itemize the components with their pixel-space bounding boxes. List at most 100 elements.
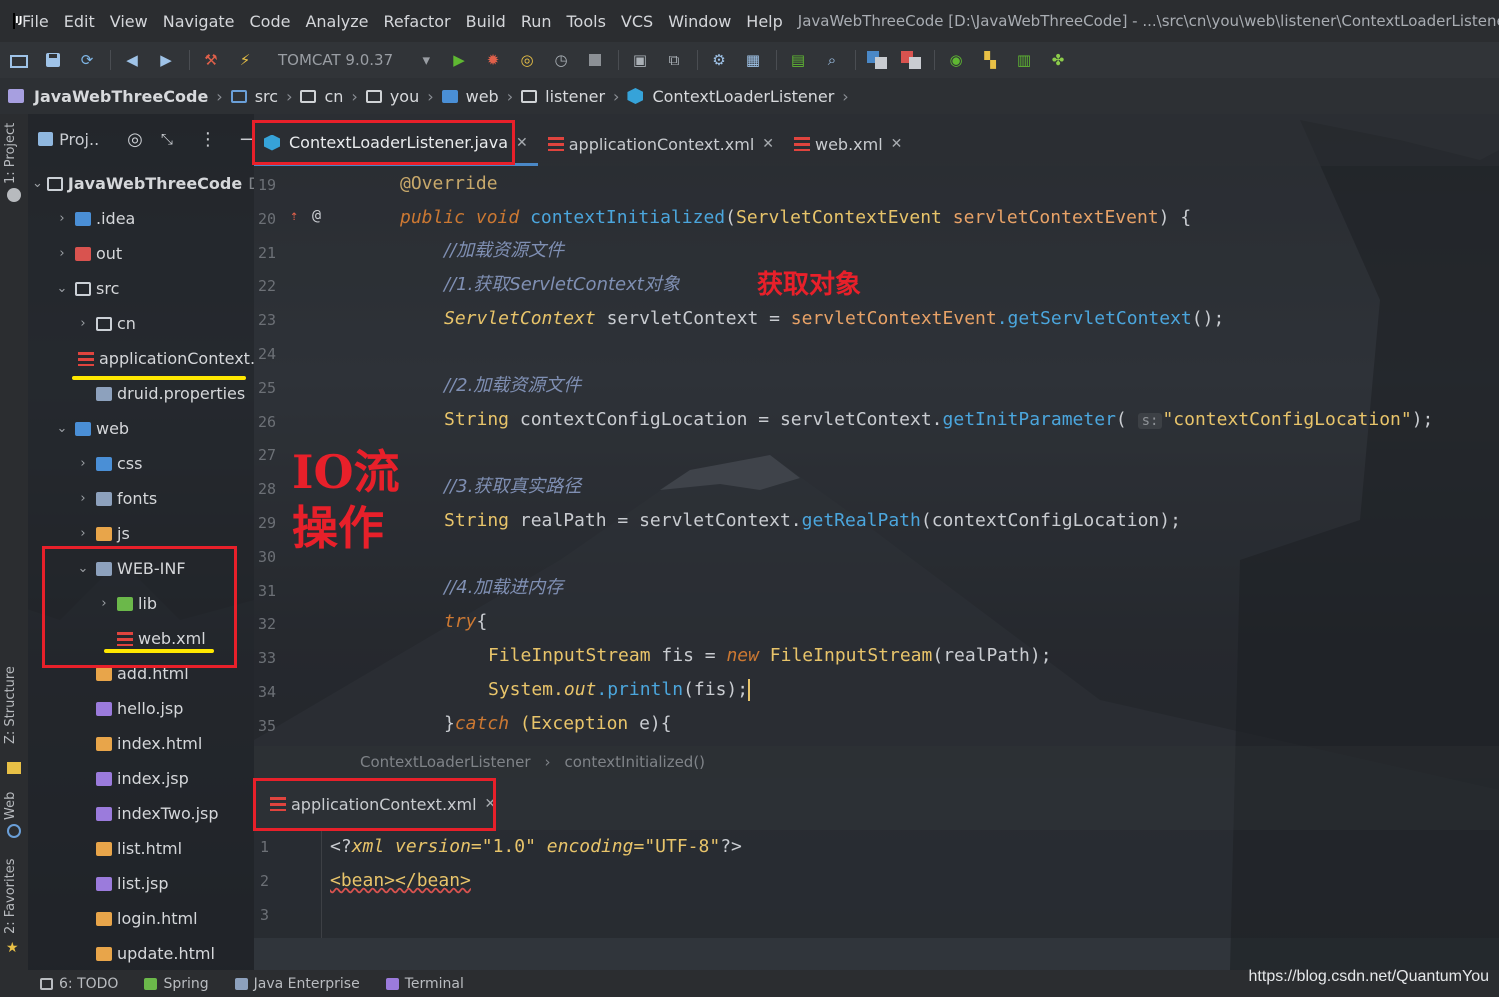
diagram-icon[interactable]: ▥ [1013,49,1035,71]
settings-icon[interactable]: ⚙ [708,49,730,71]
breadcrumb-listener[interactable]: listener [521,87,605,106]
tree-item[interactable]: › .idea [28,201,254,236]
save-icon[interactable] [42,49,64,71]
tab-web-xml[interactable]: web.xml ✕ [784,122,912,166]
tree-item[interactable]: list.html [28,831,254,866]
tree-item[interactable]: indexTwo.jsp [28,796,254,831]
tree-item[interactable]: druid.properties [28,376,254,411]
tree-item[interactable]: ⌄ src [28,271,254,306]
back-icon[interactable]: ◀ [121,49,143,71]
breadcrumb-project[interactable]: JavaWebThreeCode [8,87,208,106]
profile-icon[interactable]: ◷ [550,49,572,71]
sync-icon[interactable]: ⟳ [76,49,98,71]
chevron-right-icon[interactable]: › [74,316,92,331]
breadcrumb-web[interactable]: web [441,87,499,106]
java-enterprise-tool-button[interactable]: Java Enterprise [234,976,360,992]
code-editor[interactable]: 19 20 21 22 23 24 25 26 27 28 29 30 31 32 33 34 35 ⇡ @ @… [254,166,1499,746]
structure-icon[interactable]: ▦ [742,49,764,71]
forward-icon[interactable]: ▶ [155,49,177,71]
tree-item[interactable]: list.jsp [28,866,254,901]
stop-icon[interactable] [584,49,606,71]
override-badge-icon[interactable]: @ [312,206,321,224]
deploy-icon[interactable]: ⧉ [663,49,685,71]
attach-icon[interactable]: ▣ [629,49,651,71]
menu-view[interactable]: View [110,12,148,31]
chevron-right-icon[interactable]: › [74,526,92,541]
spring-tool-button[interactable]: Spring [144,976,209,992]
structure-tool-button[interactable]: Z: Structure [3,666,18,744]
tree-item[interactable]: login.html [28,901,254,936]
tree-item-label: applicationContext.xml [99,349,254,368]
project-tool-button[interactable]: 1: Project [3,123,18,184]
tree-item[interactable]: › cn [28,306,254,341]
tree-item[interactable]: › fonts [28,481,254,516]
translate-alt-icon[interactable] [900,49,922,71]
tree-item-label: indexTwo.jsp [117,804,219,823]
breadcrumb-separator-icon: › [613,86,620,106]
search-icon[interactable]: ⌕ [821,49,843,71]
tree-item[interactable]: › css [28,446,254,481]
breadcrumb-class[interactable]: ContextLoaderListener [627,87,834,106]
menu-vcs[interactable]: VCS [621,12,653,31]
tree-item[interactable]: update.html [28,936,254,970]
todo-tool-button[interactable]: 6: TODO [40,976,118,992]
layout-icon[interactable]: ▚ [979,49,1001,71]
plugin-icon[interactable]: ✤ [1047,49,1069,71]
menu-navigate[interactable]: Navigate [163,12,235,31]
chevron-right-icon[interactable]: › [74,456,92,471]
run-icon[interactable]: ▶ [448,49,470,71]
breadcrumb-cn[interactable]: cn [300,87,343,106]
code-token: getRealPath [801,510,921,531]
run-configuration-select[interactable]: TOMCAT 9.0.37 ▾ [274,48,434,72]
tree-root[interactable]: ⌄ JavaWebThreeCode D: [28,166,254,201]
collapse-all-icon[interactable]: ⤡ [161,130,173,148]
chevron-right-icon[interactable]: › [74,491,92,506]
menu-code[interactable]: Code [250,12,291,31]
more-options-icon[interactable]: ⋮ [199,129,217,150]
run-config-icon[interactable]: ⚡ [234,49,256,71]
tree-item[interactable]: ⌄ web [28,411,254,446]
menu-file[interactable]: File [22,12,49,31]
terminal-icon[interactable]: ▤ [787,49,809,71]
tree-item[interactable]: index.jsp [28,761,254,796]
chevron-down-icon[interactable]: ⌄ [53,281,71,296]
locate-icon[interactable]: ◎ [127,129,143,150]
menu-run[interactable]: Run [521,12,552,31]
terminal-tool-button[interactable]: Terminal [385,976,464,992]
menu-tools[interactable]: Tools [567,12,606,31]
chevron-right-icon[interactable]: › [53,211,71,226]
chevron-right-icon[interactable]: › [53,246,71,261]
menu-help[interactable]: Help [746,12,782,31]
chevron-down-icon[interactable]: ⌄ [53,421,71,436]
close-icon[interactable]: ✕ [516,135,528,151]
translate-icon[interactable] [866,49,888,71]
coverage-icon[interactable]: ◎ [516,49,538,71]
bottom-code-editor[interactable]: 1 2 3 <?xml version="1.0" encoding="UTF-… [254,830,1499,938]
tree-item[interactable]: hello.jsp [28,691,254,726]
breadcrumb-you[interactable]: you [365,87,419,106]
vcs-icon[interactable]: ◉ [945,49,967,71]
close-icon[interactable]: ✕ [891,136,903,152]
menu-refactor[interactable]: Refactor [384,12,451,31]
code-comment: //1.获取ServletContext对象 [444,274,680,295]
breadcrumb-src[interactable]: src [230,87,278,106]
web-tool-button[interactable]: Web [3,792,18,820]
tree-item[interactable]: applicationContext.xml [28,341,254,376]
editor-crumb-class[interactable]: ContextLoaderListener [360,753,531,771]
build-hammer-icon[interactable]: ⚒ [200,49,222,71]
tab-applicationcontext[interactable]: applicationContext.xml ✕ [538,122,784,166]
editor-crumb-method[interactable]: contextInitialized() [565,753,706,771]
implements-method-icon[interactable]: ⇡ [290,208,298,224]
favorites-tool-button[interactable]: 2: Favorites [3,858,18,934]
tree-item[interactable]: › out [28,236,254,271]
project-view-selector[interactable]: Proj.. [59,130,99,149]
debug-icon[interactable]: ✹ [482,49,504,71]
menu-edit[interactable]: Edit [64,12,95,31]
menu-analyze[interactable]: Analyze [305,12,368,31]
xml-line-1: <?xml version="1.0" encoding="UTF-8"?> [330,830,742,864]
menu-window[interactable]: Window [668,12,731,31]
menu-build[interactable]: Build [466,12,506,31]
close-icon[interactable]: ✕ [762,136,774,152]
tree-item[interactable]: index.html [28,726,254,761]
open-folder-icon[interactable] [8,49,30,71]
